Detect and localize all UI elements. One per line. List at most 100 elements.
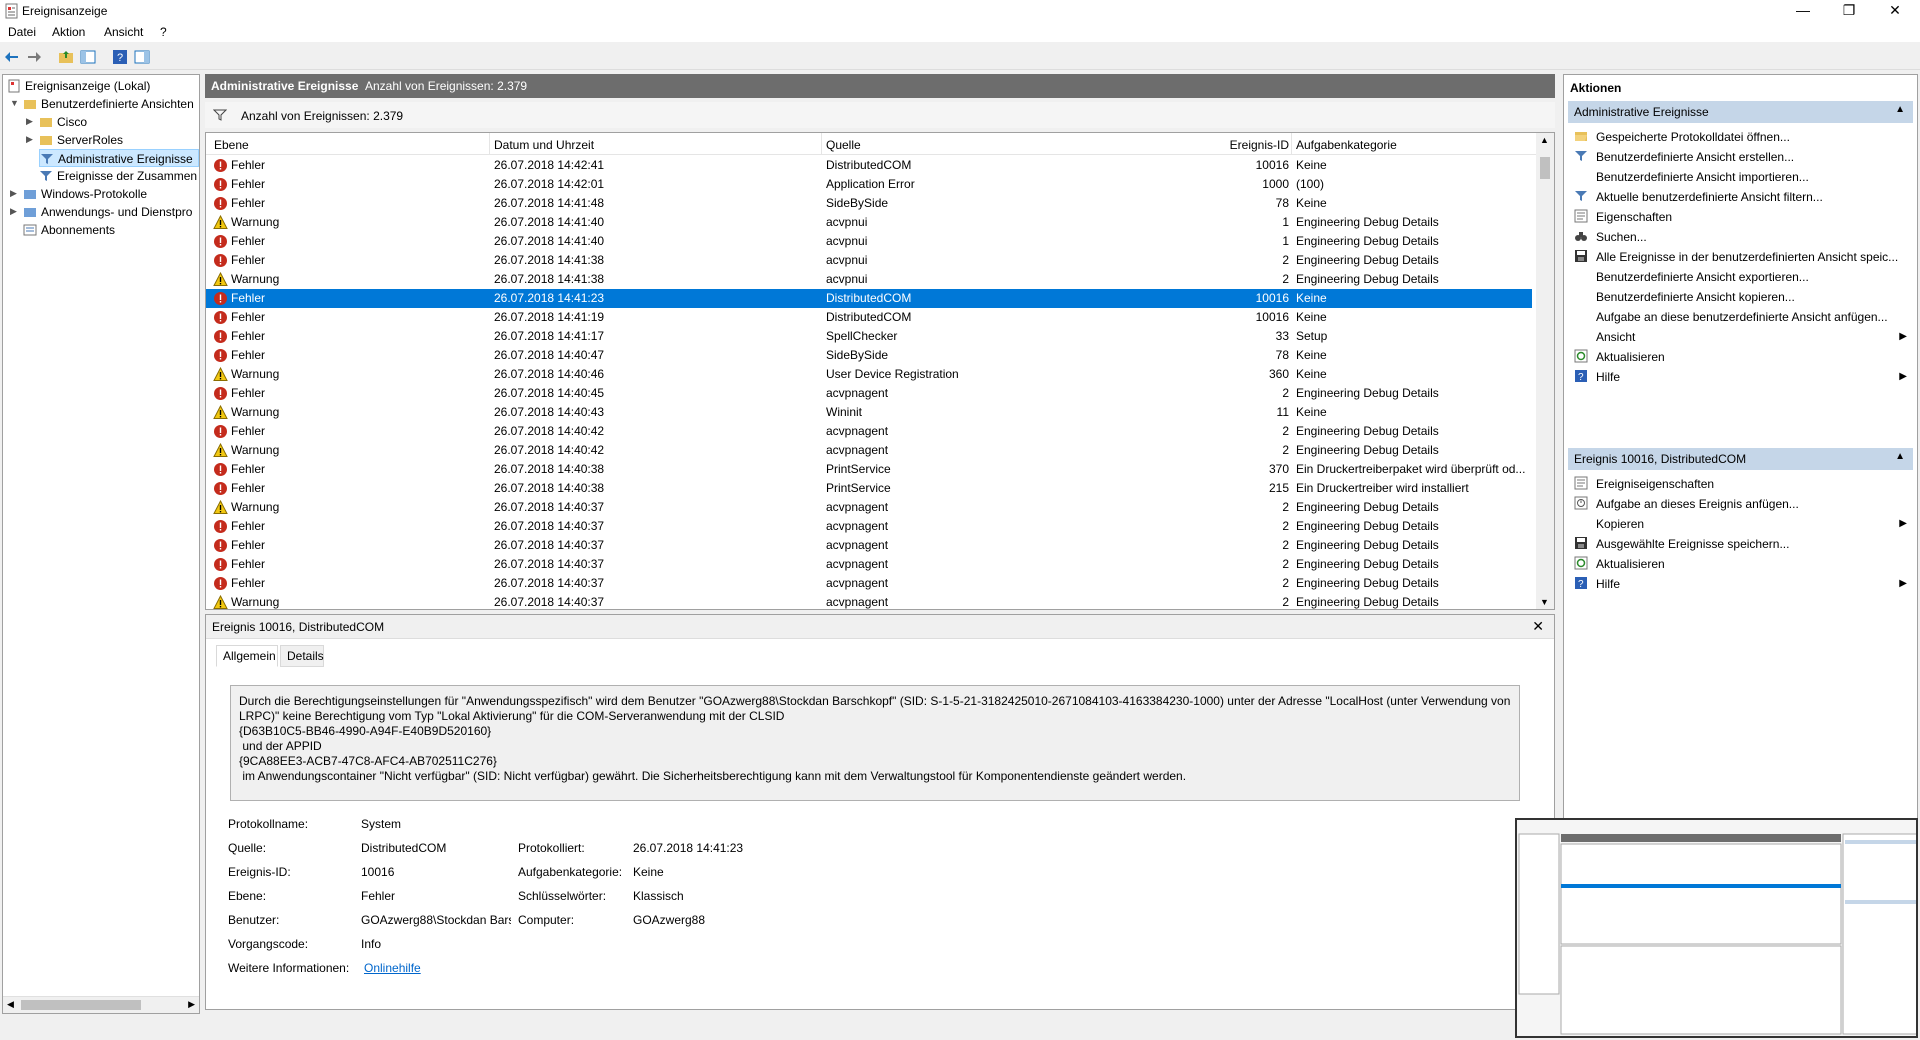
expand-arrow-icon[interactable]: ▶ <box>10 206 17 217</box>
cell-task-category: Engineering Debug Details <box>1296 234 1439 248</box>
cell-source: acvpnagent <box>826 595 889 609</box>
up-folder-icon[interactable] <box>58 49 74 65</box>
scroll-left-icon[interactable]: ◀ <box>7 999 14 1010</box>
table-row[interactable]: Fehler 26.07.2018 14:40:47 SideBySide 78 Kei… <box>206 346 1532 365</box>
scroll-up-icon[interactable]: ▲ <box>1540 135 1549 145</box>
table-row[interactable]: Fehler 26.07.2018 14:40:37 acvpnagent 2 Engi… <box>206 555 1532 574</box>
cell-event-id: 360 <box>1268 367 1289 381</box>
column-header-datetime[interactable]: Datum und Uhrzeit <box>494 138 594 152</box>
center-pane: Administrative Ereignisse Anzahl von Ere… <box>205 74 1555 1014</box>
table-row[interactable]: Fehler 26.07.2018 14:40:38 PrintService 215… <box>206 479 1532 498</box>
tree-horizontal-scrollbar[interactable]: ◀ ▶ <box>3 996 199 1013</box>
label-aufgabenkategorie: Aufgabenkategorie: <box>518 865 623 879</box>
cell-datetime: 26.07.2018 14:41:48 <box>494 196 605 210</box>
maximize-button[interactable]: ❐ <box>1826 0 1872 22</box>
back-arrow-icon[interactable] <box>4 49 20 65</box>
binoculars-icon <box>1575 232 1587 241</box>
tree-item-administrative-events[interactable]: Administrative Ereignisse <box>39 149 199 167</box>
column-header-source[interactable]: Quelle <box>826 138 861 152</box>
table-row[interactable]: Fehler 26.07.2018 14:40:45 acvpnagent 2 Engi… <box>206 384 1532 403</box>
collapse-arrow-icon[interactable]: ▼ <box>10 98 19 108</box>
actions-section-view[interactable]: Administrative Ereignisse ▲ <box>1568 101 1913 123</box>
column-header-task-category[interactable]: Aufgabenkategorie <box>1296 138 1397 152</box>
cell-task-category: Engineering Debug Details <box>1296 500 1439 514</box>
expand-arrow-icon[interactable]: ▶ <box>26 116 33 127</box>
error-icon <box>214 482 227 495</box>
table-row[interactable]: Warnung 26.07.2018 14:40:37 acvpnagent 2 Eng… <box>206 498 1532 517</box>
table-row[interactable]: Fehler 26.07.2018 14:41:48 SideBySide 78 Kei… <box>206 194 1532 213</box>
menu-help[interactable]: ? <box>160 25 167 39</box>
tab-allgemein[interactable]: Allgemein <box>216 645 278 667</box>
table-row[interactable]: Warnung 26.07.2018 14:40:46 User Device Re… <box>206 365 1532 384</box>
scroll-right-icon[interactable]: ▶ <box>188 999 195 1010</box>
expand-arrow-icon[interactable]: ▶ <box>10 188 17 199</box>
column-header-level[interactable]: Ebene <box>214 138 249 152</box>
events-table: Ebene Datum und Uhrzeit Quelle Ereignis-… <box>205 132 1555 610</box>
tree-item-app-service-logs[interactable]: Anwendungs- und Dienstpro <box>23 203 192 221</box>
collapse-caret-icon[interactable]: ▲ <box>1895 451 1905 462</box>
filter-icon <box>1575 151 1587 161</box>
help-icon[interactable]: ? <box>112 49 128 65</box>
menu-datei[interactable]: Datei <box>8 25 36 39</box>
cell-level: Fehler <box>231 196 266 210</box>
table-row[interactable]: Warnung 26.07.2018 14:41:40 acvpnui 1 Engine… <box>206 213 1532 232</box>
action-item[interactable]: ? Hilfe ▶ <box>1568 572 1913 596</box>
submenu-arrow-icon: ▶ <box>1899 371 1907 382</box>
help-icon: ? <box>1575 577 1587 590</box>
table-vertical-scrollbar[interactable]: ▲ ▼ <box>1536 133 1554 609</box>
menu-ansicht[interactable]: Ansicht <box>104 25 143 39</box>
table-row[interactable]: Warnung 26.07.2018 14:41:38 acvpnui 2 Engine… <box>206 270 1532 289</box>
cell-datetime: 26.07.2018 14:40:38 <box>494 481 605 495</box>
scroll-thumb[interactable] <box>21 1000 141 1010</box>
table-row[interactable]: Fehler 26.07.2018 14:40:37 acvpnagent 2 Engi… <box>206 517 1532 536</box>
label-computer: Computer: <box>518 913 575 927</box>
tab-details[interactable]: Details <box>280 645 324 667</box>
event-description[interactable]: Durch die Berechtigungseinstellungen für… <box>230 685 1520 801</box>
table-row[interactable]: Fehler 26.07.2018 14:41:19 DistributedCOM 1… <box>206 308 1532 327</box>
table-row[interactable]: Fehler 26.07.2018 14:42:41 DistributedCOM 1… <box>206 156 1532 175</box>
cell-datetime: 26.07.2018 14:41:40 <box>494 234 605 248</box>
table-row[interactable]: Warnung 26.07.2018 14:40:43 Wininit 11 Keine <box>206 403 1532 422</box>
cell-event-id: 10016 <box>1255 310 1289 324</box>
table-row[interactable]: Fehler 26.07.2018 14:41:38 acvpnui 2 Enginee… <box>206 251 1532 270</box>
cell-level: Warnung <box>231 500 280 514</box>
scroll-down-icon[interactable]: ▼ <box>1540 597 1549 607</box>
tree-item-serverroles[interactable]: ServerRoles <box>39 131 123 149</box>
table-row[interactable]: Fehler 26.07.2018 14:40:38 PrintService 370… <box>206 460 1532 479</box>
table-row[interactable]: Fehler 26.07.2018 14:41:40 acvpnui 1 Enginee… <box>206 232 1532 251</box>
tree-item-custom-views[interactable]: Benutzerdefinierte Ansichten <box>23 95 194 113</box>
forward-arrow-icon[interactable] <box>26 49 42 65</box>
show-hide-tree-icon[interactable] <box>80 49 96 65</box>
collapse-caret-icon[interactable]: ▲ <box>1895 104 1905 115</box>
cell-task-category: (100) <box>1296 177 1325 191</box>
tree-item-summary-events[interactable]: Ereignisse der Zusammen <box>39 167 197 185</box>
table-row[interactable]: Fehler 26.07.2018 14:40:37 acvpnagent 2 Engi… <box>206 574 1532 593</box>
expand-arrow-icon[interactable]: ▶ <box>26 134 33 145</box>
show-hide-action-pane-icon[interactable] <box>134 49 150 65</box>
section-label: Administrative Ereignisse <box>1574 105 1709 119</box>
table-row[interactable]: Warnung 26.07.2018 14:40:37 acvpnagent 2 Eng… <box>206 593 1532 609</box>
online-help-link[interactable]: Onlinehilfe <box>364 961 421 975</box>
tree-item-cisco[interactable]: Cisco <box>39 113 87 131</box>
table-row[interactable]: Fehler 26.07.2018 14:41:17 SpellChecker 33 S… <box>206 327 1532 346</box>
table-row[interactable]: Fehler 26.07.2018 14:42:01 Application Err… <box>206 175 1532 194</box>
minimize-button[interactable]: — <box>1780 0 1826 22</box>
action-item[interactable]: ? Hilfe ▶ <box>1568 365 1913 389</box>
actions-section-event[interactable]: Ereignis 10016, DistributedCOM ▲ <box>1568 448 1913 470</box>
column-header-event-id[interactable]: Ereignis-ID <box>1223 138 1289 152</box>
save-icon <box>1575 537 1587 549</box>
table-row[interactable]: Fehler 26.07.2018 14:41:23 DistributedCOM 1… <box>206 289 1532 308</box>
tree-item-windows-logs[interactable]: Windows-Protokolle <box>23 185 147 203</box>
scroll-thumb[interactable] <box>1540 157 1550 179</box>
close-detail-icon[interactable]: ✕ <box>1532 618 1544 635</box>
navigation-tree: Ereignisanzeige (Lokal) ▼ Benutzerdefini… <box>2 74 200 1014</box>
table-row[interactable]: Fehler 26.07.2018 14:40:42 acvpnagent 2 Engi… <box>206 422 1532 441</box>
tree-item-subscriptions[interactable]: Abonnements <box>23 221 115 239</box>
table-row[interactable]: Fehler 26.07.2018 14:40:37 acvpnagent 2 Engi… <box>206 536 1532 555</box>
tree-item-root[interactable]: Ereignisanzeige (Lokal) <box>7 77 150 95</box>
close-window-button[interactable]: ✕ <box>1872 0 1918 22</box>
table-row[interactable]: Warnung 26.07.2018 14:40:42 acvpnagent 2 Eng… <box>206 441 1532 460</box>
cell-datetime: 26.07.2018 14:41:40 <box>494 215 605 229</box>
menu-aktion[interactable]: Aktion <box>52 25 85 39</box>
event-detail-pane: Ereignis 10016, DistributedCOM ✕ Allgeme… <box>205 614 1555 1010</box>
